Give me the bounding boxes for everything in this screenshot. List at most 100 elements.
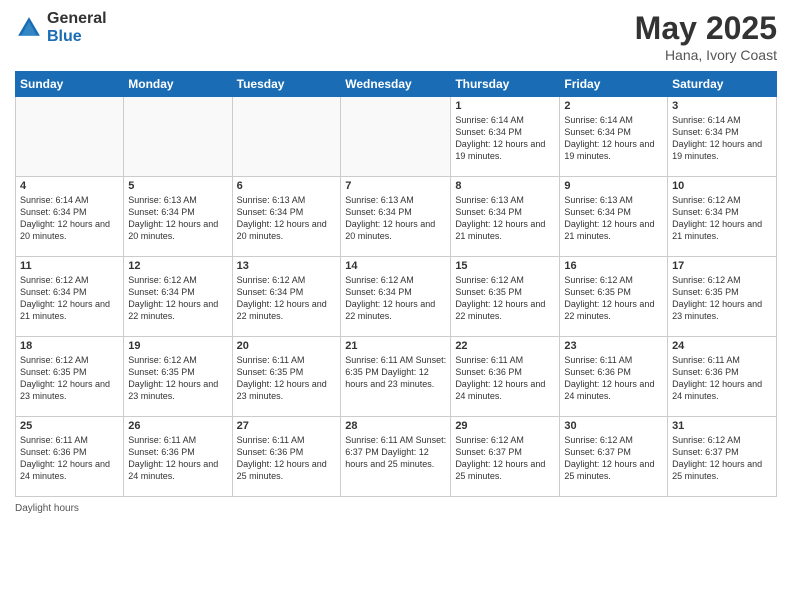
day-info: Sunrise: 6:12 AM Sunset: 6:34 PM Dayligh…	[345, 274, 446, 323]
day-info: Sunrise: 6:14 AM Sunset: 6:34 PM Dayligh…	[564, 114, 663, 163]
calendar-week-3: 18 Sunrise: 6:12 AM Sunset: 6:35 PM Dayli…	[16, 337, 777, 417]
calendar-cell: 13 Sunrise: 6:12 AM Sunset: 6:34 PM Dayli…	[232, 257, 341, 337]
day-info: Sunrise: 6:12 AM Sunset: 6:37 PM Dayligh…	[455, 434, 555, 483]
day-number: 9	[564, 180, 663, 192]
day-info: Sunrise: 6:12 AM Sunset: 6:35 PM Dayligh…	[128, 354, 227, 403]
day-info: Sunrise: 6:12 AM Sunset: 6:35 PM Dayligh…	[20, 354, 119, 403]
calendar-cell: 14 Sunrise: 6:12 AM Sunset: 6:34 PM Dayli…	[341, 257, 451, 337]
title-block: May 2025 Hana, Ivory Coast	[635, 10, 777, 63]
logo-blue-text: Blue	[47, 28, 107, 46]
calendar-header-row: Sunday Monday Tuesday Wednesday Thursday…	[16, 72, 777, 97]
title-month: May 2025	[635, 10, 777, 47]
page: General Blue May 2025 Hana, Ivory Coast …	[0, 0, 792, 612]
calendar-cell: 15 Sunrise: 6:12 AM Sunset: 6:35 PM Dayli…	[451, 257, 560, 337]
day-number: 17	[672, 260, 772, 272]
day-number: 8	[455, 180, 555, 192]
day-info: Sunrise: 6:11 AM Sunset: 6:35 PM Dayligh…	[345, 354, 446, 390]
day-number: 11	[20, 260, 119, 272]
day-number: 18	[20, 340, 119, 352]
calendar-week-0: 1 Sunrise: 6:14 AM Sunset: 6:34 PM Daylig…	[16, 97, 777, 177]
col-header-monday: Monday	[124, 72, 232, 97]
day-number: 6	[237, 180, 337, 192]
day-info: Sunrise: 6:12 AM Sunset: 6:34 PM Dayligh…	[672, 194, 772, 243]
calendar-cell: 18 Sunrise: 6:12 AM Sunset: 6:35 PM Dayli…	[16, 337, 124, 417]
calendar-cell: 22 Sunrise: 6:11 AM Sunset: 6:36 PM Dayli…	[451, 337, 560, 417]
calendar-cell: 29 Sunrise: 6:12 AM Sunset: 6:37 PM Dayli…	[451, 417, 560, 497]
day-number: 21	[345, 340, 446, 352]
day-number: 22	[455, 340, 555, 352]
calendar-week-2: 11 Sunrise: 6:12 AM Sunset: 6:34 PM Dayli…	[16, 257, 777, 337]
day-number: 19	[128, 340, 227, 352]
logo-general-text: General	[47, 10, 107, 28]
header: General Blue May 2025 Hana, Ivory Coast	[15, 10, 777, 63]
calendar-cell: 16Sunrise: 6:12 AM Sunset: 6:35 PM Dayli…	[560, 257, 668, 337]
day-info: Sunrise: 6:12 AM Sunset: 6:37 PM Dayligh…	[672, 434, 772, 483]
day-info: Sunrise: 6:13 AM Sunset: 6:34 PM Dayligh…	[455, 194, 555, 243]
day-info: Sunrise: 6:11 AM Sunset: 6:37 PM Dayligh…	[345, 434, 446, 470]
calendar-cell: 7 Sunrise: 6:13 AM Sunset: 6:34 PM Daylig…	[341, 177, 451, 257]
calendar-week-4: 25Sunrise: 6:11 AM Sunset: 6:36 PM Dayli…	[16, 417, 777, 497]
day-number: 29	[455, 420, 555, 432]
day-info: Sunrise: 6:13 AM Sunset: 6:34 PM Dayligh…	[128, 194, 227, 243]
logo: General Blue	[15, 10, 107, 45]
calendar-cell: 12Sunrise: 6:12 AM Sunset: 6:34 PM Dayli…	[124, 257, 232, 337]
col-header-saturday: Saturday	[668, 72, 777, 97]
day-info: Sunrise: 6:13 AM Sunset: 6:34 PM Dayligh…	[237, 194, 337, 243]
day-number: 23	[564, 340, 663, 352]
calendar-cell: 27 Sunrise: 6:11 AM Sunset: 6:36 PM Dayli…	[232, 417, 341, 497]
calendar-cell: 2 Sunrise: 6:14 AM Sunset: 6:34 PM Daylig…	[560, 97, 668, 177]
day-number: 13	[237, 260, 337, 272]
calendar-cell: 5Sunrise: 6:13 AM Sunset: 6:34 PM Daylig…	[124, 177, 232, 257]
calendar-cell: 24Sunrise: 6:11 AM Sunset: 6:36 PM Dayli…	[668, 337, 777, 417]
day-number: 2	[564, 100, 663, 112]
day-info: Sunrise: 6:11 AM Sunset: 6:36 PM Dayligh…	[455, 354, 555, 403]
day-info: Sunrise: 6:11 AM Sunset: 6:36 PM Dayligh…	[564, 354, 663, 403]
day-number: 27	[237, 420, 337, 432]
calendar-cell: 4Sunrise: 6:14 AM Sunset: 6:34 PM Daylig…	[16, 177, 124, 257]
day-number: 26	[128, 420, 227, 432]
day-number: 15	[455, 260, 555, 272]
col-header-sunday: Sunday	[16, 72, 124, 97]
day-number: 7	[345, 180, 446, 192]
day-info: Sunrise: 6:12 AM Sunset: 6:37 PM Dayligh…	[564, 434, 663, 483]
calendar-cell: 6 Sunrise: 6:13 AM Sunset: 6:34 PM Daylig…	[232, 177, 341, 257]
logo-icon	[15, 14, 43, 42]
calendar-cell: 10 Sunrise: 6:12 AM Sunset: 6:34 PM Dayli…	[668, 177, 777, 257]
day-number: 10	[672, 180, 772, 192]
day-info: Sunrise: 6:12 AM Sunset: 6:35 PM Dayligh…	[672, 274, 772, 323]
calendar-cell: 17 Sunrise: 6:12 AM Sunset: 6:35 PM Dayli…	[668, 257, 777, 337]
calendar: Sunday Monday Tuesday Wednesday Thursday…	[15, 71, 777, 497]
logo-text: General Blue	[47, 10, 107, 45]
col-header-friday: Friday	[560, 72, 668, 97]
calendar-cell: 11 Sunrise: 6:12 AM Sunset: 6:34 PM Dayli…	[16, 257, 124, 337]
day-info: Sunrise: 6:11 AM Sunset: 6:36 PM Dayligh…	[20, 434, 119, 483]
col-header-wednesday: Wednesday	[341, 72, 451, 97]
calendar-cell: 19 Sunrise: 6:12 AM Sunset: 6:35 PM Dayli…	[124, 337, 232, 417]
calendar-cell: 26 Sunrise: 6:11 AM Sunset: 6:36 PM Dayli…	[124, 417, 232, 497]
day-info: Sunrise: 6:11 AM Sunset: 6:36 PM Dayligh…	[237, 434, 337, 483]
calendar-cell	[124, 97, 232, 177]
day-info: Sunrise: 6:13 AM Sunset: 6:34 PM Dayligh…	[564, 194, 663, 243]
day-number: 12	[128, 260, 227, 272]
day-number: 20	[237, 340, 337, 352]
calendar-cell	[16, 97, 124, 177]
calendar-cell	[232, 97, 341, 177]
day-number: 4	[20, 180, 119, 192]
day-info: Sunrise: 6:12 AM Sunset: 6:34 PM Dayligh…	[20, 274, 119, 323]
calendar-cell: 8 Sunrise: 6:13 AM Sunset: 6:34 PM Daylig…	[451, 177, 560, 257]
title-location: Hana, Ivory Coast	[635, 47, 777, 63]
day-info: Sunrise: 6:12 AM Sunset: 6:34 PM Dayligh…	[237, 274, 337, 323]
calendar-cell: 3Sunrise: 6:14 AM Sunset: 6:34 PM Daylig…	[668, 97, 777, 177]
footer-note: Daylight hours	[15, 503, 777, 514]
day-info: Sunrise: 6:11 AM Sunset: 6:36 PM Dayligh…	[128, 434, 227, 483]
day-info: Sunrise: 6:12 AM Sunset: 6:35 PM Dayligh…	[564, 274, 663, 323]
day-number: 14	[345, 260, 446, 272]
calendar-cell	[341, 97, 451, 177]
calendar-cell: 25Sunrise: 6:11 AM Sunset: 6:36 PM Dayli…	[16, 417, 124, 497]
calendar-cell: 28Sunrise: 6:11 AM Sunset: 6:37 PM Dayli…	[341, 417, 451, 497]
calendar-cell: 23 Sunrise: 6:11 AM Sunset: 6:36 PM Dayli…	[560, 337, 668, 417]
day-number: 1	[455, 100, 555, 112]
calendar-cell: 31Sunrise: 6:12 AM Sunset: 6:37 PM Dayli…	[668, 417, 777, 497]
day-info: Sunrise: 6:12 AM Sunset: 6:35 PM Dayligh…	[455, 274, 555, 323]
day-info: Sunrise: 6:13 AM Sunset: 6:34 PM Dayligh…	[345, 194, 446, 243]
